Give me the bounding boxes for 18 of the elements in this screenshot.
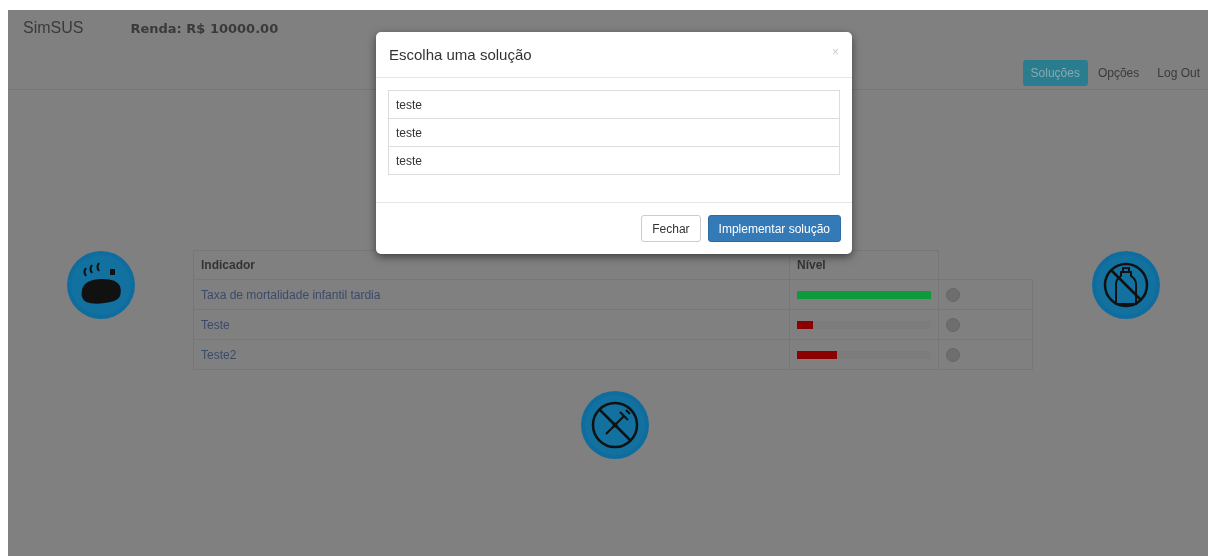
solution-list-item[interactable]: teste [388, 118, 840, 147]
indicator-link[interactable]: Teste2 [201, 347, 237, 362]
food-icon [66, 250, 136, 320]
close-button[interactable]: × [832, 45, 839, 59]
indicator-link[interactable]: Taxa de mortalidade infantil tardia [201, 287, 381, 302]
close-dialog-button[interactable]: Fechar [641, 215, 701, 242]
income-label: Renda: R$ 10000.00 [130, 20, 279, 38]
nav-link[interactable]: Soluções [1022, 60, 1088, 86]
no-syringe-icon [580, 390, 650, 460]
nav-link[interactable]: Log Out [1149, 60, 1208, 86]
brand-name[interactable]: SimSUS [23, 16, 84, 40]
implement-button[interactable]: Implementar solução [707, 215, 841, 242]
solution-list-item[interactable]: teste [388, 90, 840, 119]
nav-link[interactable]: Opções [1089, 60, 1148, 86]
modal-title: Escolha uma solução [389, 45, 532, 65]
solution-list-item[interactable]: teste [388, 146, 840, 175]
no-bottle-icon [1091, 250, 1161, 320]
indicator-link[interactable]: Teste [201, 317, 230, 332]
